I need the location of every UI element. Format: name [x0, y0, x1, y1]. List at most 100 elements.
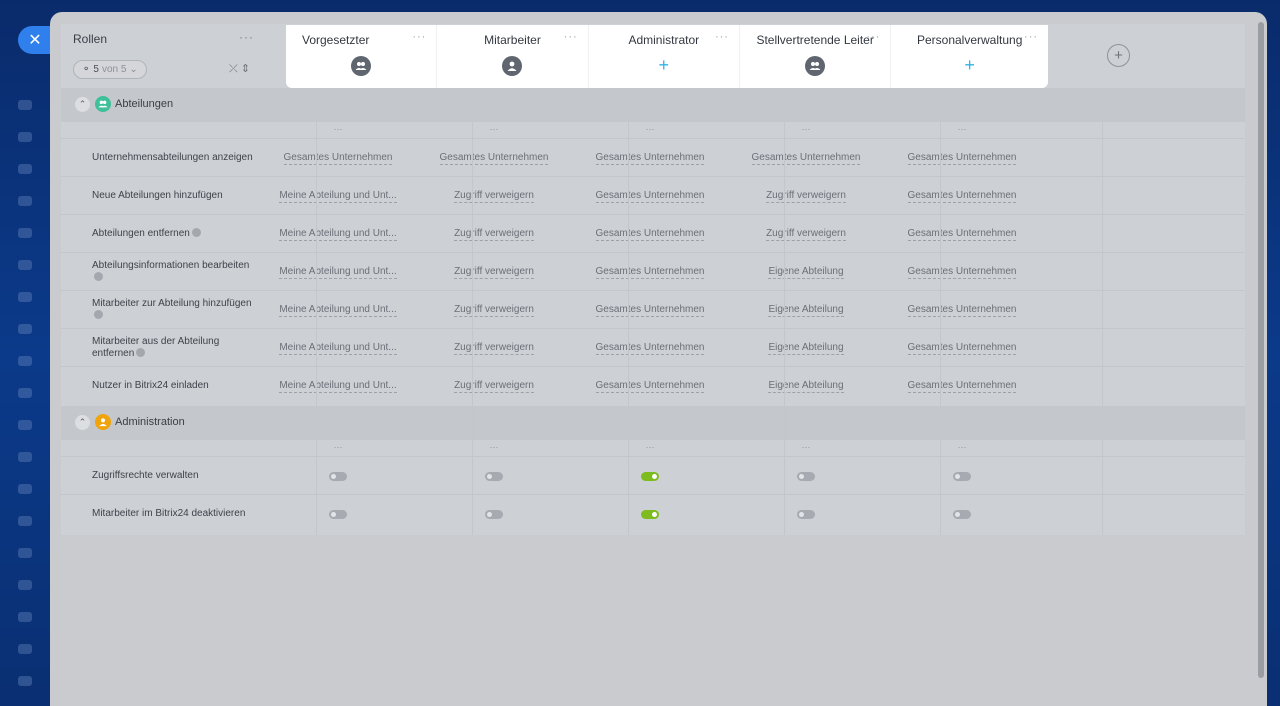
permission-value-select[interactable]: Gesamtes Unternehmen: [907, 342, 1017, 355]
role-column-header: Personalverwaltung ··· +: [891, 25, 1048, 88]
section-icon: [95, 414, 111, 430]
sidebar-item-icon: [18, 420, 32, 430]
user-icon[interactable]: [502, 56, 523, 76]
permission-toggle[interactable]: [485, 471, 503, 481]
permission-value-select[interactable]: Gesamtes Unternehmen: [595, 304, 705, 317]
permission-value-select[interactable]: Meine Abteilung und Unt...: [279, 190, 397, 203]
permission-value-select[interactable]: Eigene Abteilung: [768, 380, 844, 393]
sidebar-item-icon: [18, 452, 32, 462]
column-divider: [1102, 122, 1103, 535]
permission-toggle[interactable]: [329, 471, 347, 481]
permission-value-select[interactable]: Eigene Abteilung: [768, 304, 844, 317]
column-more-icon[interactable]: ···: [416, 440, 572, 454]
permission-value-select[interactable]: Zugriff verweigern: [454, 342, 534, 355]
permission-value-select[interactable]: Zugriff verweigern: [454, 266, 534, 279]
permission-value-select[interactable]: Gesamtes Unternehmen: [751, 152, 861, 165]
permission-value-select[interactable]: Meine Abteilung und Unt...: [279, 266, 397, 279]
chevron-up-icon[interactable]: ⌃: [75, 415, 90, 430]
permission-value-select[interactable]: Gesamtes Unternehmen: [595, 380, 705, 393]
permission-value-select[interactable]: Gesamtes Unternehmen: [907, 228, 1017, 241]
permission-toggle[interactable]: [797, 509, 815, 519]
permission-value-select[interactable]: Gesamtes Unternehmen: [595, 342, 705, 355]
help-icon[interactable]: [94, 272, 103, 282]
section-icon: [95, 96, 111, 112]
permission-label: Abteilungen entfernen: [92, 228, 257, 240]
permission-row: Mitarbeiter aus der Abteilung entfernen M…: [61, 328, 1245, 366]
permission-cell: [416, 457, 572, 495]
permission-cell: Gesamtes Unternehmen: [572, 329, 728, 367]
permission-value-select[interactable]: Gesamtes Unternehmen: [907, 190, 1017, 203]
permission-value-select[interactable]: Meine Abteilung und Unt...: [279, 380, 397, 393]
roles-title: Rollen: [73, 32, 108, 46]
permission-cell: [728, 457, 884, 495]
permission-cell: [728, 495, 884, 533]
permission-value-select[interactable]: Meine Abteilung und Unt...: [279, 342, 397, 355]
chevron-up-icon[interactable]: ⌃: [75, 97, 90, 112]
permission-value-select[interactable]: Gesamtes Unternehmen: [595, 190, 705, 203]
permission-value-select[interactable]: Zugriff verweigern: [454, 190, 534, 203]
role-more-icon[interactable]: ···: [1024, 31, 1038, 43]
column-more-icon[interactable]: ···: [572, 440, 728, 454]
column-more-icon[interactable]: ···: [260, 122, 416, 136]
permission-toggle[interactable]: [953, 509, 971, 519]
add-member-icon[interactable]: +: [960, 55, 980, 75]
help-icon[interactable]: [94, 310, 103, 320]
column-more-icon[interactable]: ···: [572, 122, 728, 136]
permission-value-select[interactable]: Eigene Abteilung: [768, 266, 844, 279]
scrollbar[interactable]: [1258, 22, 1264, 678]
permission-toggle[interactable]: [641, 471, 659, 481]
section-title: Administration: [115, 416, 185, 428]
permission-toggle[interactable]: [329, 509, 347, 519]
permission-cell: Eigene Abteilung: [728, 329, 884, 367]
permission-value-select[interactable]: Zugriff verweigern: [766, 228, 846, 241]
column-more-icon[interactable]: ···: [728, 440, 884, 454]
permission-label: Zugriffsrechte verwalten: [92, 470, 257, 482]
permission-value-select[interactable]: Meine Abteilung und Unt...: [279, 304, 397, 317]
permission-label-text: Zugriffsrechte verwalten: [92, 469, 199, 481]
group-icon[interactable]: [805, 56, 826, 76]
permission-cell: Gesamtes Unternehmen: [572, 139, 728, 177]
sort-icon[interactable]: ⤫ ⇕: [229, 62, 250, 76]
help-icon[interactable]: [191, 228, 201, 238]
permission-toggle[interactable]: [641, 509, 659, 519]
permission-toggle[interactable]: [797, 471, 815, 481]
permission-value-select[interactable]: Gesamtes Unternehmen: [595, 152, 705, 165]
permission-value-select[interactable]: Zugriff verweigern: [454, 304, 534, 317]
roles-more-icon[interactable]: ···: [239, 30, 254, 44]
permission-value-select[interactable]: Gesamtes Unternehmen: [283, 152, 393, 165]
section-title: Abteilungen: [115, 98, 174, 110]
roles-filter-button[interactable]: ⚬ 5 von 5 ⌄: [73, 60, 147, 79]
sidebar-item-icon: [18, 548, 32, 558]
column-more-icon[interactable]: ···: [416, 122, 572, 136]
column-more-icon[interactable]: ···: [884, 440, 1040, 454]
permission-cell: Eigene Abteilung: [728, 253, 884, 291]
close-icon[interactable]: ✕: [18, 26, 52, 54]
column-more-icon[interactable]: ···: [728, 122, 884, 136]
permission-cell: Gesamtes Unternehmen: [728, 139, 884, 177]
permission-value-select[interactable]: Gesamtes Unternehmen: [907, 266, 1017, 279]
permission-value-select[interactable]: Gesamtes Unternehmen: [595, 266, 705, 279]
permission-value-select[interactable]: Gesamtes Unternehmen: [907, 304, 1017, 317]
permission-value-select[interactable]: Zugriff verweigern: [454, 228, 534, 241]
permission-value-select[interactable]: Zugriff verweigern: [454, 380, 534, 393]
role-more-icon[interactable]: ···: [412, 31, 426, 43]
role-more-icon[interactable]: ···: [866, 31, 880, 43]
permission-toggle[interactable]: [953, 471, 971, 481]
permission-value-select[interactable]: Meine Abteilung und Unt...: [279, 228, 397, 241]
permission-value-select[interactable]: Eigene Abteilung: [768, 342, 844, 355]
add-member-icon[interactable]: +: [654, 55, 674, 75]
group-icon[interactable]: [351, 56, 372, 76]
column-more-icon[interactable]: ···: [260, 440, 416, 454]
permission-row: Zugriffsrechte verwalten: [61, 456, 1245, 494]
permission-value-select[interactable]: Gesamtes Unternehmen: [595, 228, 705, 241]
add-role-button[interactable]: +: [1107, 44, 1130, 67]
column-more-icon[interactable]: ···: [884, 122, 1040, 136]
permission-value-select[interactable]: Zugriff verweigern: [766, 190, 846, 203]
permission-value-select[interactable]: Gesamtes Unternehmen: [907, 380, 1017, 393]
permission-value-select[interactable]: Gesamtes Unternehmen: [439, 152, 549, 165]
permission-toggle[interactable]: [485, 509, 503, 519]
permission-value-select[interactable]: Gesamtes Unternehmen: [907, 152, 1017, 165]
role-more-icon[interactable]: ···: [715, 31, 729, 43]
role-more-icon[interactable]: ···: [564, 31, 578, 43]
help-icon[interactable]: [136, 348, 146, 358]
